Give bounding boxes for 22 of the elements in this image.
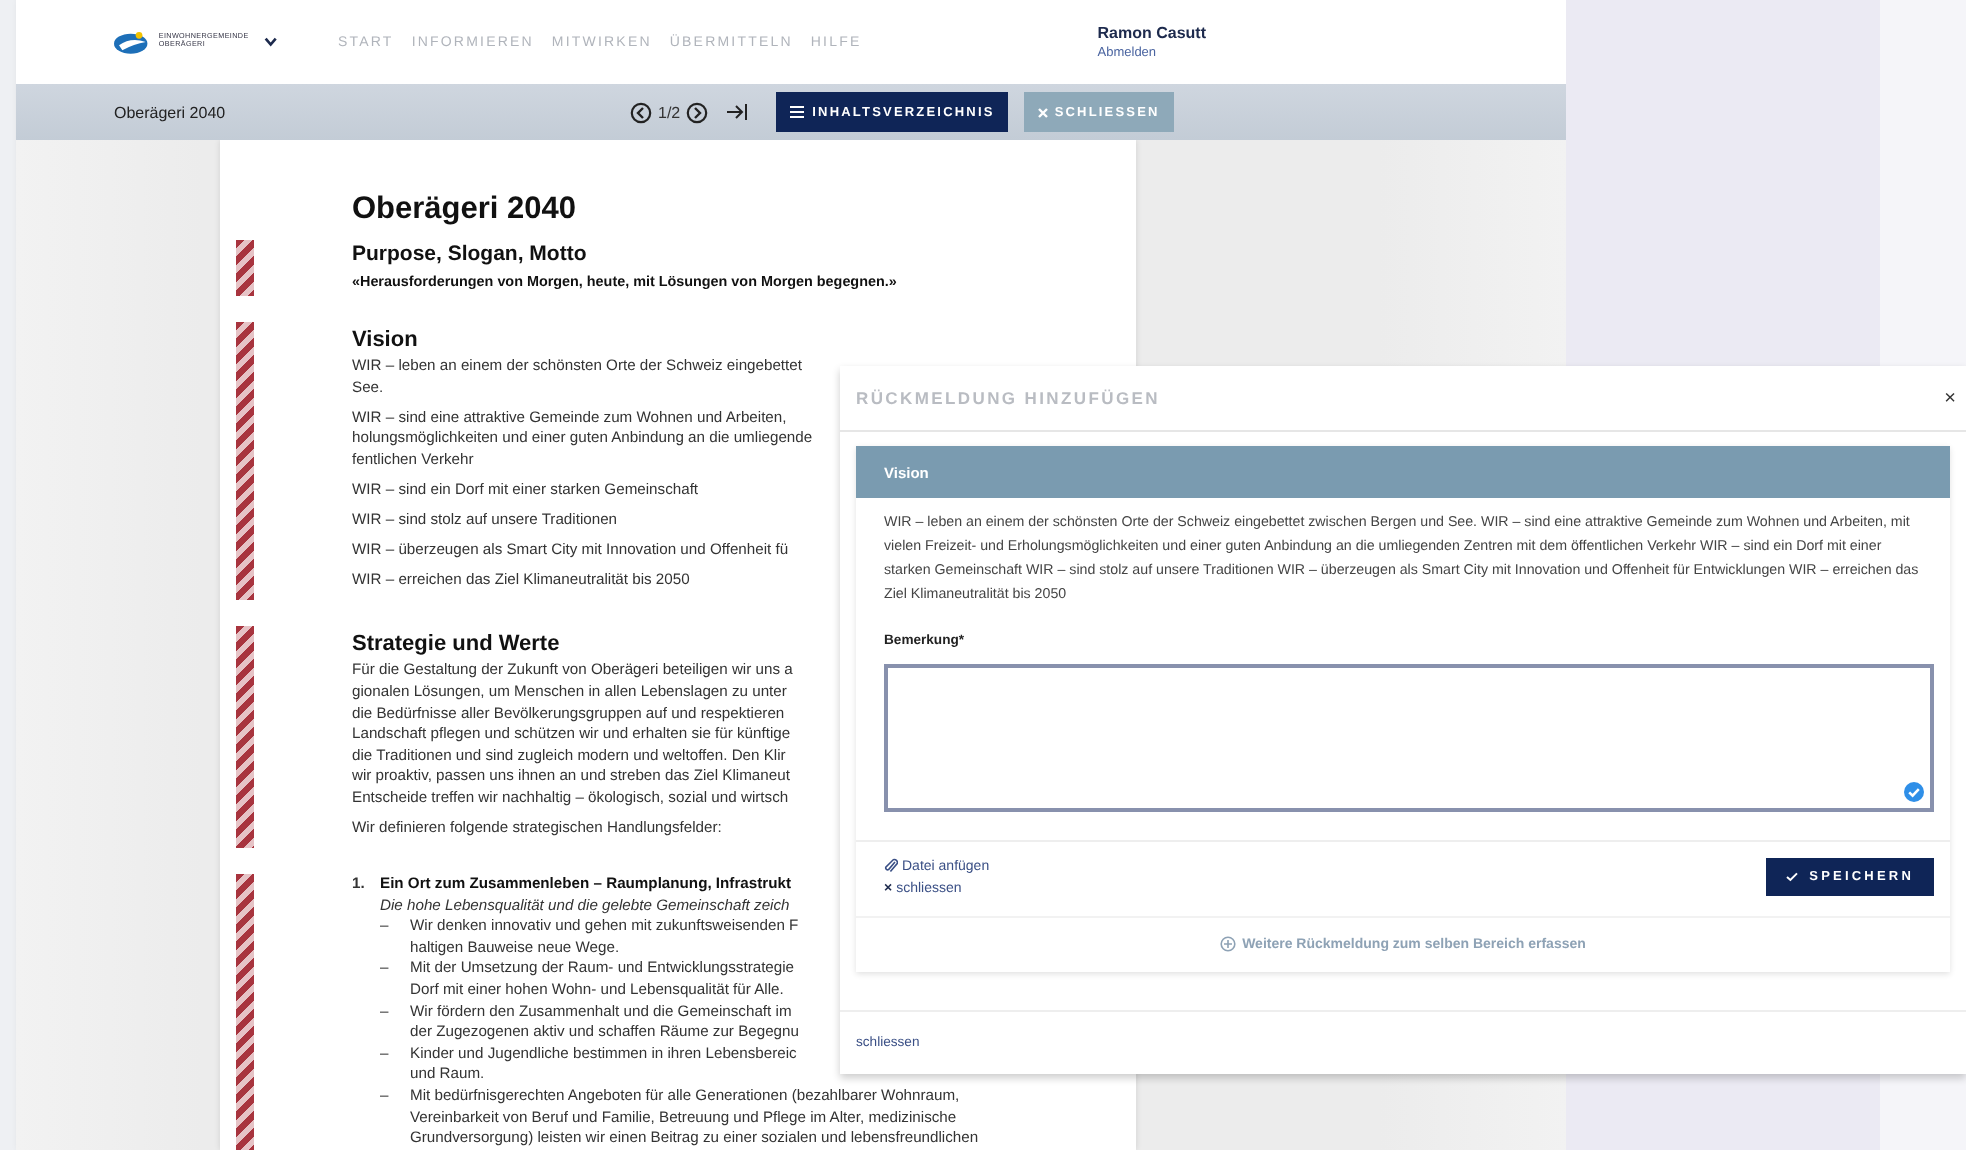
check-icon (1904, 782, 1924, 802)
comment-field[interactable] (884, 664, 1934, 812)
check-icon (1785, 872, 1798, 882)
document-text-line: Purpose, Slogan, Motto (352, 240, 587, 268)
paperclip-icon (884, 858, 898, 874)
page-indicator: 1/2 (658, 103, 681, 121)
next-page-icon[interactable] (686, 101, 709, 123)
dialog-title: RÜCKMELDUNG HINZUFÜGEN (856, 388, 1161, 408)
previous-page-icon[interactable] (630, 101, 652, 123)
document-title: Oberägeri 2040 (114, 103, 228, 121)
logo-icon (114, 28, 151, 56)
document-heading: Oberägeri 2040 (352, 192, 579, 228)
section-marker (236, 240, 254, 296)
section-heading: Vision (352, 326, 418, 356)
last-page-icon[interactable] (726, 102, 749, 122)
chevron-down-icon[interactable] (264, 36, 278, 48)
plus-circle-icon (1220, 936, 1237, 952)
close-button[interactable]: × (1944, 387, 1956, 409)
section-heading: Strategie und Werte (352, 630, 560, 661)
close-icon (1038, 107, 1049, 117)
user-name: Ramon Casutt (1097, 24, 1206, 42)
menu-icon (790, 106, 805, 118)
